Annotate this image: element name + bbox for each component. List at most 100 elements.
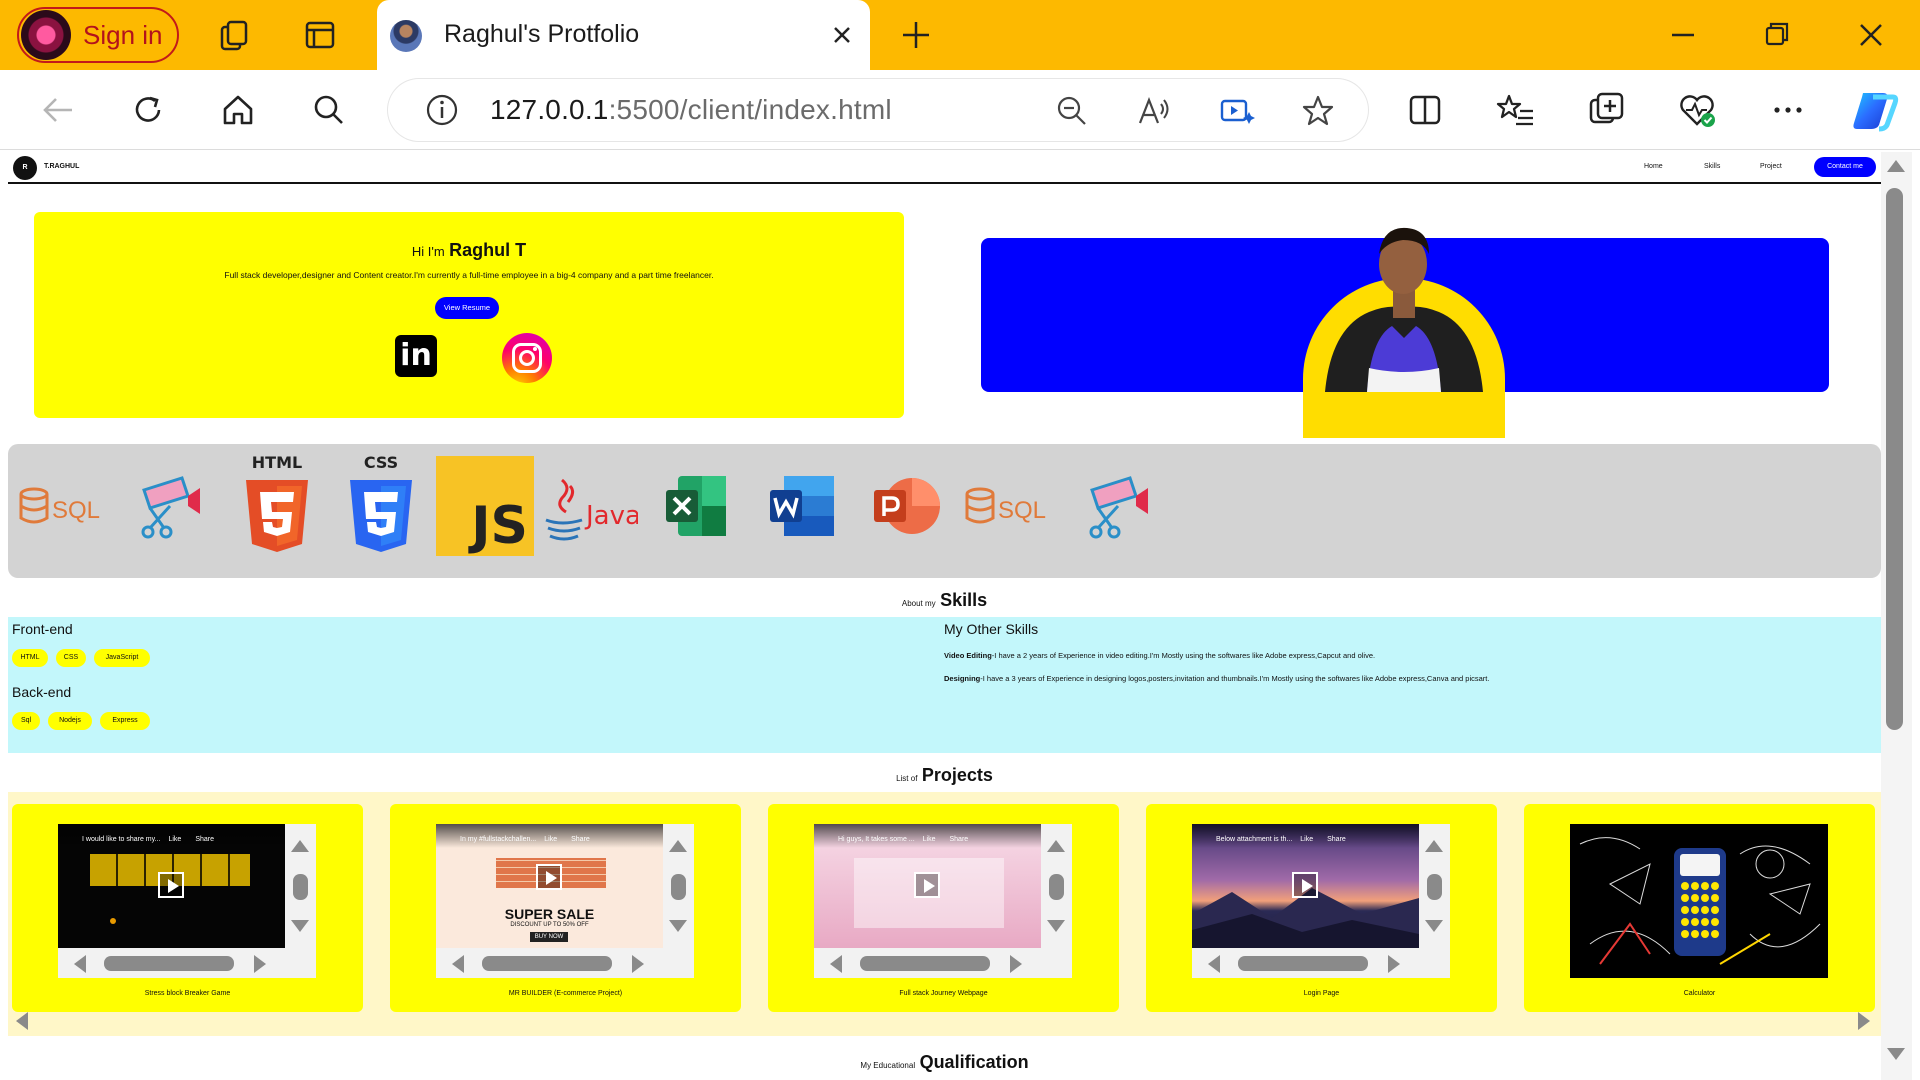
address-bar[interactable]: 127.0.0.1:5500/client/index.html xyxy=(388,79,1368,141)
play-icon[interactable] xyxy=(1292,872,1318,898)
scroll-thumb[interactable] xyxy=(104,956,234,971)
minimize-icon[interactable] xyxy=(1662,14,1704,56)
browser-essentials-icon[interactable] xyxy=(1675,88,1719,132)
carousel-scroll-right-icon[interactable] xyxy=(1858,1012,1870,1030)
scroll-thumb[interactable] xyxy=(1049,874,1064,900)
project-title-2: MR BUILDER (E-commerce Project) xyxy=(508,990,623,997)
site-logo-icon[interactable]: R xyxy=(13,156,37,180)
collections-icon[interactable] xyxy=(1585,88,1629,132)
read-aloud-icon[interactable] xyxy=(1134,92,1172,130)
sign-in-button[interactable]: Sign in xyxy=(17,7,179,63)
scroll-up-icon[interactable] xyxy=(1047,840,1065,852)
video-copilot-icon[interactable] xyxy=(1217,92,1255,130)
video-like-label[interactable]: Like xyxy=(168,836,181,843)
site-info-icon[interactable] xyxy=(424,92,460,128)
tab-actions-icon[interactable] xyxy=(299,14,341,56)
back-icon[interactable] xyxy=(36,88,80,132)
video-share-label[interactable]: Share xyxy=(571,836,590,843)
project-video-3[interactable]: Hi guys, It takes some ... Like Share xyxy=(814,824,1041,948)
scroll-left-icon[interactable] xyxy=(74,955,86,973)
close-window-icon[interactable] xyxy=(1850,14,1892,56)
video-like-label[interactable]: Like xyxy=(1300,836,1313,843)
linkedin-icon[interactable]: in xyxy=(395,335,437,377)
scroll-down-icon[interactable] xyxy=(1047,920,1065,932)
embed-horizontal-scrollbar[interactable] xyxy=(58,948,316,978)
embed-vertical-scrollbar[interactable] xyxy=(285,824,316,948)
scroll-right-icon[interactable] xyxy=(1010,955,1022,973)
excel-icon xyxy=(666,476,726,536)
view-resume-button[interactable]: View Resume xyxy=(435,297,499,319)
search-icon[interactable] xyxy=(307,88,351,132)
embed-horizontal-scrollbar[interactable] xyxy=(436,948,694,978)
projects-horizontal-scrollbar[interactable] xyxy=(8,1004,1881,1034)
zoom-out-icon[interactable] xyxy=(1053,92,1091,130)
play-icon[interactable] xyxy=(914,872,940,898)
scroll-down-icon[interactable] xyxy=(669,920,687,932)
project-card-5[interactable]: Calculator xyxy=(1524,804,1875,1012)
project-card-1[interactable]: I would like to share my... Like Share Str… xyxy=(12,804,363,1012)
restore-icon[interactable] xyxy=(1756,14,1798,56)
site-logo-text[interactable]: T.RAGHUL xyxy=(44,163,79,170)
project-embed-2: SUPER SALE DISCOUNT UP TO 50% OFF BUY NO… xyxy=(436,824,694,978)
play-icon[interactable] xyxy=(536,864,562,890)
project-card-4[interactable]: Below attachment is th... Like Share Login… xyxy=(1146,804,1497,1012)
scroll-thumb[interactable] xyxy=(482,956,612,971)
favorite-star-icon[interactable] xyxy=(1299,92,1337,130)
designing-label: Designing xyxy=(944,674,981,683)
video-share-label[interactable]: Share xyxy=(195,836,214,843)
project-card-3[interactable]: Hi guys, It takes some ... Like Share Full… xyxy=(768,804,1119,1012)
project-card-2[interactable]: SUPER SALE DISCOUNT UP TO 50% OFF BUY NO… xyxy=(390,804,741,1012)
nav-link-skills[interactable]: Skills xyxy=(1704,163,1720,170)
scroll-thumb[interactable] xyxy=(671,874,686,900)
play-icon[interactable] xyxy=(158,872,184,898)
carousel-scroll-left-icon[interactable] xyxy=(16,1012,28,1030)
project-title-1: Stress block Breaker Game xyxy=(144,990,231,997)
scroll-thumb[interactable] xyxy=(1427,874,1442,900)
embed-vertical-scrollbar[interactable] xyxy=(1419,824,1450,948)
scroll-thumb[interactable] xyxy=(860,956,990,971)
scroll-down-icon[interactable] xyxy=(291,920,309,932)
video-like-label[interactable]: Like xyxy=(923,836,936,843)
instagram-icon[interactable] xyxy=(502,333,552,383)
contact-me-button[interactable]: Contact me xyxy=(1814,157,1876,177)
embed-vertical-scrollbar[interactable] xyxy=(1041,824,1072,948)
scroll-left-icon[interactable] xyxy=(830,955,842,973)
page-scroll-up-icon[interactable] xyxy=(1887,160,1905,172)
favorites-icon[interactable] xyxy=(1494,88,1538,132)
video-like-label[interactable]: Like xyxy=(544,836,557,843)
project-video-4[interactable]: Below attachment is th... Like Share xyxy=(1192,824,1419,948)
scroll-left-icon[interactable] xyxy=(1208,955,1220,973)
embed-vertical-scrollbar[interactable] xyxy=(663,824,694,948)
project-embed-4: Below attachment is th... Like Share xyxy=(1192,824,1450,978)
scroll-left-icon[interactable] xyxy=(452,955,464,973)
more-options-icon[interactable] xyxy=(1766,88,1810,132)
close-tab-icon[interactable] xyxy=(825,18,859,52)
scroll-thumb[interactable] xyxy=(293,874,308,900)
page-vertical-scrollbar[interactable] xyxy=(1881,152,1912,1080)
home-icon[interactable] xyxy=(216,88,260,132)
workspaces-icon[interactable] xyxy=(213,14,255,56)
scroll-down-icon[interactable] xyxy=(1425,920,1443,932)
page-scroll-thumb[interactable] xyxy=(1886,188,1903,730)
scroll-right-icon[interactable] xyxy=(632,955,644,973)
split-screen-icon[interactable] xyxy=(1403,88,1447,132)
nav-link-project[interactable]: Project xyxy=(1760,163,1782,170)
nav-link-home[interactable]: Home xyxy=(1644,163,1663,170)
embed-horizontal-scrollbar[interactable] xyxy=(814,948,1072,978)
project-video-2[interactable]: SUPER SALE DISCOUNT UP TO 50% OFF BUY NO… xyxy=(436,824,663,948)
video-share-label[interactable]: Share xyxy=(1327,836,1346,843)
video-share-label[interactable]: Share xyxy=(949,836,968,843)
page-scroll-down-icon[interactable] xyxy=(1887,1048,1905,1060)
project-video-1[interactable]: I would like to share my... Like Share xyxy=(58,824,285,948)
scroll-right-icon[interactable] xyxy=(1388,955,1400,973)
scroll-up-icon[interactable] xyxy=(291,840,309,852)
scroll-up-icon[interactable] xyxy=(669,840,687,852)
video-editing-skill: Video Editing-I have a 2 years of Experi… xyxy=(944,651,1375,660)
scroll-thumb[interactable] xyxy=(1238,956,1368,971)
scroll-right-icon[interactable] xyxy=(254,955,266,973)
embed-horizontal-scrollbar[interactable] xyxy=(1192,948,1450,978)
scroll-up-icon[interactable] xyxy=(1425,840,1443,852)
refresh-icon[interactable] xyxy=(126,88,170,132)
copilot-icon[interactable] xyxy=(1849,85,1899,135)
new-tab-icon[interactable] xyxy=(895,14,937,56)
